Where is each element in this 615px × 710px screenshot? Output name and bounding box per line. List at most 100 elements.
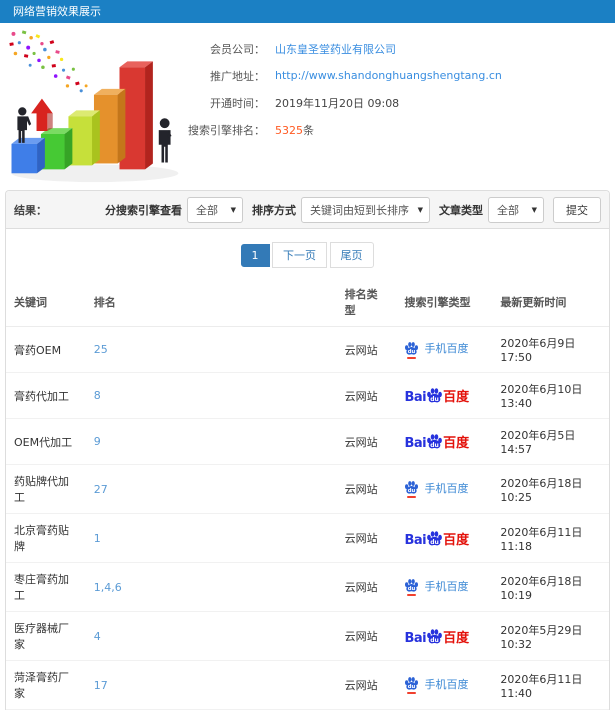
promo-url-link[interactable]: http://www.shandonghuangshengtang.cn <box>275 69 502 82</box>
company-link[interactable]: 山东皇圣堂药业有限公司 <box>275 41 396 57</box>
svg-text:du: du <box>408 488 416 494</box>
rank-link[interactable]: 1,4,6 <box>94 581 122 594</box>
table-row: 膏药OEM 25 云网站 du 手机百度 2020年6月9日 17:50 <box>6 326 609 373</box>
info-row-open-time: 开通时间： 2019年11月20日 09:08 <box>185 89 615 116</box>
rank-type-cell: 云网站 <box>336 513 397 563</box>
updated-cell: 2020年5月29日 10:32 <box>492 611 609 661</box>
results-table-body: 膏药OEM 25 云网站 du 手机百度 2020年6月9日 17:50 膏药代… <box>6 326 609 710</box>
rank-link[interactable]: 4 <box>94 630 101 643</box>
engine-filter-select[interactable]: 全部 ▼ <box>187 196 243 223</box>
info-row-url: 推广地址： http://www.shandonghuangshengtang.… <box>185 62 615 89</box>
pagination: 1 下一页 尾页 <box>6 229 609 278</box>
rank-count-suffix: 条 <box>303 123 314 137</box>
baidu-pc-logo: Bai du 百度 <box>404 433 469 450</box>
rank-link[interactable]: 25 <box>94 343 108 356</box>
engine-cell: Bai du 百度 <box>396 372 493 419</box>
sort-filter-value: 关键词由短到长排序 <box>310 203 409 217</box>
rank-type-cell: 云网站 <box>336 562 397 612</box>
keyword-text: OEM代加工 <box>14 435 73 449</box>
keyword-text: 枣庄膏药加工 <box>14 573 69 602</box>
mobile-baidu-logo: du 手机百度 <box>404 578 469 597</box>
svg-text:du: du <box>408 684 416 690</box>
rank-cell: 1 <box>85 513 337 563</box>
svg-text:du: du <box>430 538 439 545</box>
rank-link[interactable]: 17 <box>94 679 108 692</box>
engine-cell: du 手机百度 <box>396 464 493 514</box>
mobile-baidu-label: 手机百度 <box>424 579 469 593</box>
rank-link[interactable]: 27 <box>94 483 108 496</box>
table-row: 菏泽膏药厂家 17 云网站 du 手机百度 2020年6月11日 11:40 <box>6 660 609 710</box>
rank-cell: 27 <box>85 464 337 514</box>
member-info-panel: 会员公司： 山东皇圣堂药业有限公司 推广地址： http://www.shand… <box>185 23 615 190</box>
page-last[interactable]: 尾页 <box>329 242 374 268</box>
engine-cell: Bai du 百度 <box>396 418 493 465</box>
businessman-left-figure <box>17 107 32 143</box>
engine-cell: Bai du 百度 <box>396 513 493 563</box>
article-type-select[interactable]: 全部 ▼ <box>488 196 544 223</box>
company-label: 会员公司： <box>210 42 265 56</box>
open-time-value: 2019年11月20日 09:08 <box>275 96 400 110</box>
info-row-company: 会员公司： 山东皇圣堂药业有限公司 <box>185 35 615 62</box>
engine-cell: du 手机百度 <box>396 660 493 710</box>
mobile-baidu-logo: du 手机百度 <box>404 480 468 499</box>
table-row: 药贴牌代加工 27 云网站 du 手机百度 2020年6月18日 10:25 <box>6 464 609 514</box>
rank-type-cell: 云网站 <box>336 464 397 514</box>
page-current[interactable]: 1 <box>240 244 270 267</box>
baidu-paw-icon: du <box>405 341 419 355</box>
keyword-text: 菏泽膏药厂家 <box>14 671 69 700</box>
keyword-cell: 药贴牌代加工 <box>6 464 86 514</box>
col-rank-type: 排名类型 <box>336 278 397 327</box>
engine-cell: du 手机百度 <box>396 326 493 373</box>
results-table: 关键词 排名 排名类型 搜索引擎类型 最新更新时间 膏药OEM 25 云网站 d… <box>6 278 609 710</box>
chevron-down-icon: ▼ <box>230 205 236 214</box>
bar-blue <box>11 137 45 174</box>
baidu-underline <box>407 594 417 597</box>
baidu-paw-icon: du <box>405 579 419 592</box>
submit-button[interactable]: 提交 <box>553 196 601 223</box>
engine-cell: du 手机百度 <box>396 562 493 612</box>
table-row: 北京膏药贴牌 1 云网站 Bai du 百度 2020年6月11日 11:18 <box>6 513 609 563</box>
baidu-underline <box>407 496 417 499</box>
marketing-growth-illustration <box>9 30 179 183</box>
updated-cell: 2020年6月9日 17:50 <box>492 326 609 373</box>
keyword-text: 药贴牌代加工 <box>14 475 69 504</box>
rank-count-label: 搜索引擎排名： <box>188 123 265 137</box>
keyword-cell: 膏药代加工 <box>6 372 86 419</box>
baidu-pc-logo: Bai du 百度 <box>404 530 469 547</box>
updated-cell: 2020年6月5日 14:57 <box>492 418 609 465</box>
baidu-paw-icon: du <box>405 481 419 494</box>
baidu-pc-logo: Bai du 百度 <box>404 387 469 404</box>
result-label: 结果： <box>14 203 47 217</box>
page-next[interactable]: 下一页 <box>272 242 327 268</box>
filter-controls: 分搜索引擎查看 全部 ▼ 排序方式 关键词由短到长排序 ▼ 文章类型 全部 ▼ … <box>96 196 601 223</box>
updated-cell: 2020年6月11日 11:18 <box>492 513 609 563</box>
filter-bar: 结果： 分搜索引擎查看 全部 ▼ 排序方式 关键词由短到长排序 ▼ 文章类型 全… <box>6 191 609 229</box>
updated-cell: 2020年6月11日 11:40 <box>492 660 609 710</box>
growth-arrow-icon <box>31 98 53 132</box>
keyword-text: 北京膏药贴牌 <box>14 524 69 553</box>
mobile-baidu-label: 手机百度 <box>424 342 469 356</box>
mobile-baidu-logo: du 手机百度 <box>404 676 469 695</box>
rank-link[interactable]: 9 <box>94 435 101 448</box>
keyword-text: 医疗器械厂家 <box>14 622 69 651</box>
updated-cell: 2020年6月10日 13:40 <box>492 372 609 419</box>
rank-link[interactable]: 8 <box>94 389 101 402</box>
confetti-decoration <box>9 30 88 93</box>
promo-url-label: 推广地址： <box>210 69 265 83</box>
baidu-pc-logo: Bai du 百度 <box>404 628 469 645</box>
baidu-paw-icon: du <box>427 434 442 449</box>
mobile-baidu-label: 手机百度 <box>424 677 469 691</box>
info-row-rank-count: 搜索引擎排名： 5325条 <box>185 116 615 143</box>
col-updated: 最新更新时间 <box>492 278 609 327</box>
rank-link[interactable]: 1 <box>94 532 101 545</box>
rank-type-cell: 云网站 <box>336 418 397 465</box>
bar-yellow-green <box>68 110 100 166</box>
baidu-underline <box>407 356 417 359</box>
rank-type-cell: 云网站 <box>336 372 397 419</box>
engine-cell: Bai du 百度 <box>396 611 493 661</box>
rank-cell: 9 <box>85 418 337 465</box>
updated-cell: 2020年6月18日 10:19 <box>492 562 609 612</box>
sort-filter-select[interactable]: 关键词由短到长排序 ▼ <box>301 196 430 223</box>
keyword-text: 膏药代加工 <box>14 389 69 403</box>
rank-type-cell: 云网站 <box>336 660 397 710</box>
